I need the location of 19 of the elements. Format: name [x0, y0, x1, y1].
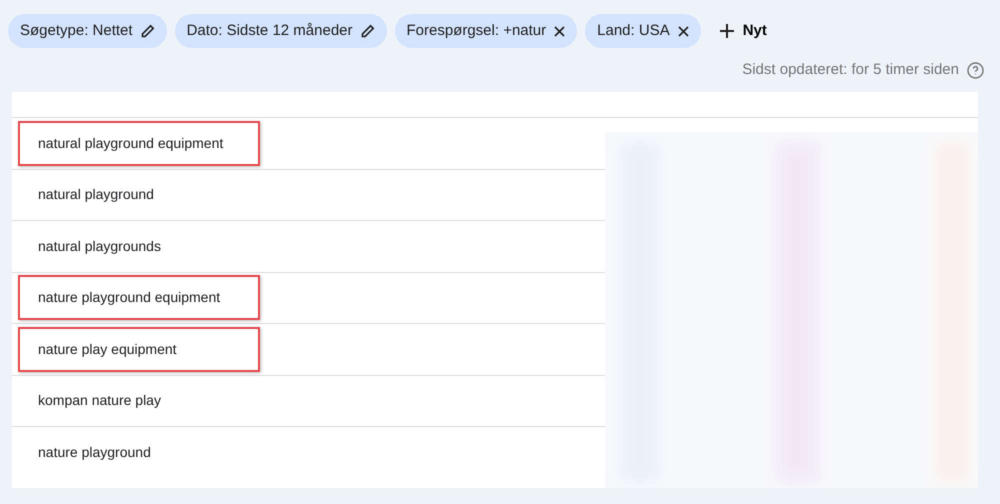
query-cell-text: natural playground [37, 185, 155, 204]
query-cell-text: nature playground [37, 442, 152, 462]
new-filter-button[interactable]: Nyt [708, 14, 777, 48]
filter-chip[interactable]: Forespørgsel: +natur [394, 14, 578, 48]
filter-chip[interactable]: Søgetype: Nettet [8, 14, 167, 48]
filter-chip[interactable]: Land: USA [585, 14, 701, 48]
query-cell-text: kompan nature play [37, 391, 162, 410]
filter-chip[interactable]: Dato: Sidste 12 måneder [174, 14, 386, 48]
close-icon [678, 26, 689, 36]
query-cell-text: natural playgrounds [37, 236, 162, 256]
pencil-icon [140, 24, 155, 38]
close-icon [554, 26, 566, 36]
query-cell: natural playground equipment [18, 120, 260, 166]
help-icon[interactable] [967, 62, 984, 78]
plus-icon [718, 23, 735, 39]
query-cell: nature play equipment [18, 326, 260, 372]
last-updated-text: Sidst opdateret: for 5 timer siden [742, 60, 959, 80]
pencil-icon [360, 24, 374, 38]
query-cell: nature playground equipment [18, 275, 260, 320]
